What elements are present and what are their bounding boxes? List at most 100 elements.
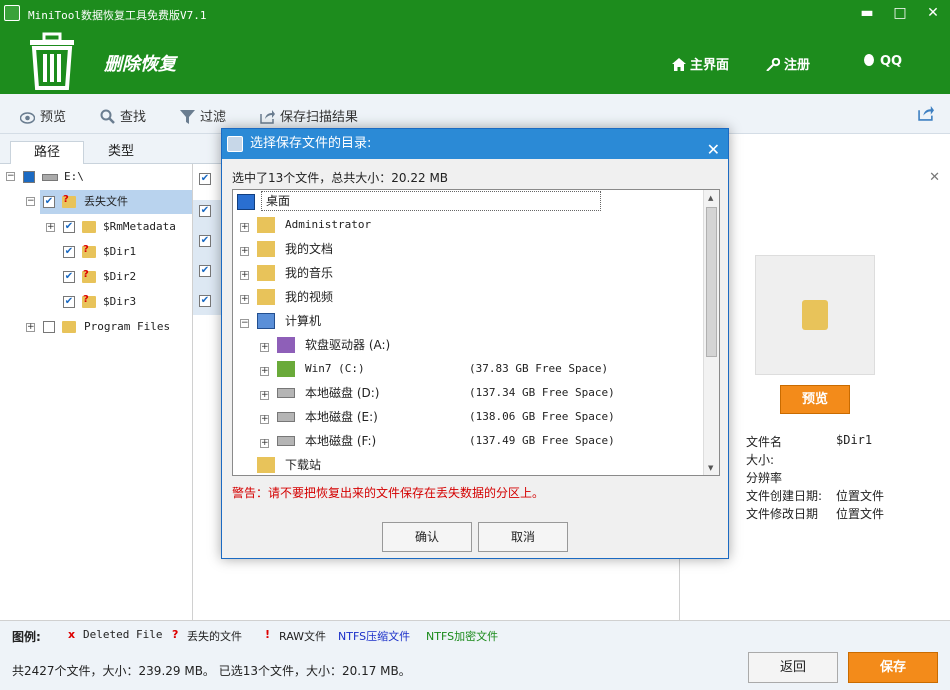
row-checkbox[interactable]: ✔ [199,295,211,307]
legend-ntfs-compressed: NTFS压缩文件 [338,630,411,643]
drive-e[interactable]: 本地磁盘 (E:) [305,406,378,428]
app-header: MiniTool数据恢复工具免费版V7.1 ▬ □ ✕ 删除恢复 主界面 注册 … [0,0,950,94]
dir-video[interactable]: 我的视频 [285,286,333,308]
tab-path[interactable]: 路径 [10,141,84,165]
close-button[interactable]: ✕ [922,4,944,22]
cancel-button[interactable]: 取消 [478,522,568,552]
tree-item-dir1[interactable]: $Dir1 [103,242,136,262]
drive-icon [42,174,58,181]
tree-item-dir3[interactable]: $Dir3 [103,292,136,312]
windows-drive-icon [277,361,295,377]
legend-ntfs-encrypted: NTFS加密文件 [426,630,499,643]
drive-c-free: (37.83 GB Free Space) [469,362,609,375]
expand-icon[interactable]: + [240,295,249,304]
save-scan-button[interactable]: 保存扫描结果 [260,106,358,125]
tab-type[interactable]: 类型 [84,141,158,165]
expand-icon[interactable]: + [260,415,269,424]
dir-scrollbar[interactable]: ▲ ▼ [703,190,719,475]
tree-item-dir2[interactable]: $Dir2 [103,267,136,287]
share-icon[interactable] [918,106,934,121]
drive-a[interactable]: 软盘驱动器 (A:) [305,334,390,356]
user-folder-icon [257,217,275,233]
row-checkbox[interactable]: ✔ [199,265,211,277]
expand-icon[interactable]: + [240,223,249,232]
item-checkbox[interactable]: ✔ [63,271,75,283]
row-checkbox[interactable]: ✔ [199,235,211,247]
drive-d[interactable]: 本地磁盘 (D:) [305,382,379,404]
preview-tool-button[interactable]: 预览 [19,106,66,125]
expand-icon[interactable]: + [240,271,249,280]
program-files-checkbox[interactable] [43,321,55,333]
dir-music[interactable]: 我的音乐 [285,262,333,284]
tree-item-program-files[interactable]: Program Files [84,317,170,337]
item-checkbox[interactable]: ✔ [63,246,75,258]
expand-icon[interactable]: + [46,223,55,232]
key-icon [766,57,781,72]
filter-tool-label: 过滤 [200,110,227,125]
prop-label: 文件名 [746,435,783,449]
find-tool-label: 查找 [120,110,147,125]
eye-icon [19,112,36,124]
scroll-thumb[interactable] [706,207,717,357]
root-checkbox[interactable] [23,171,35,183]
music-folder-icon [257,265,275,281]
dir-desktop[interactable]: 桌面 [261,191,601,211]
folder-tree: − E:\ − ✔ ? 丢失文件 + ✔ $RmMetadata ✔ ? $Di… [0,164,193,620]
item-checkbox[interactable]: ✔ [63,296,75,308]
scroll-down-icon[interactable]: ▼ [708,464,713,472]
prop-label: 分辨率 [746,471,783,485]
header-checkbox[interactable]: ✔ [199,173,211,185]
legend-title: 图例: [12,630,41,644]
preview-button[interactable]: 预览 [780,385,850,414]
save-directory-dialog: 选择保存文件的目录: ✕ 选中了13个文件，总共大小：20.22 MB 桌面 +… [221,128,729,559]
home-link[interactable]: 主界面 [672,54,729,73]
prop-value: 位置文件 [836,507,885,521]
find-tool-button[interactable]: 查找 [100,106,146,125]
app-logo-icon [4,5,20,21]
video-folder-icon [257,289,275,305]
collapse-icon[interactable]: − [6,172,15,181]
collapse-icon[interactable]: − [240,319,249,328]
dir-documents[interactable]: 我的文档 [285,238,333,260]
home-label: 主界面 [690,58,730,73]
expand-icon[interactable]: + [260,391,269,400]
expand-icon[interactable]: + [260,343,269,352]
save-button[interactable]: 保存 [848,652,938,683]
lost-mark-icon: ? [172,628,179,641]
collapse-icon[interactable]: − [26,197,35,206]
register-link[interactable]: 注册 [766,54,810,73]
folder-icon [82,221,96,233]
expand-icon[interactable]: + [240,247,249,256]
maximize-button[interactable]: □ [889,4,911,22]
minimize-button[interactable]: ▬ [856,4,878,22]
close-preview-icon[interactable]: ✕ [929,170,940,185]
expand-icon[interactable]: + [26,323,35,332]
tree-item-rmmetadata[interactable]: $RmMetadata [103,217,176,237]
home-icon [672,58,686,71]
legend-raw: RAW文件 [279,630,326,643]
dir-downloads[interactable]: 下载站 [285,454,321,475]
dir-administrator[interactable]: Administrator [285,214,371,236]
row-checkbox[interactable]: ✔ [199,205,211,217]
tree-lost-files[interactable]: 丢失文件 [84,192,128,212]
back-button[interactable]: 返回 [748,652,838,683]
dialog-app-icon [227,136,243,152]
dialog-close-icon[interactable]: ✕ [707,135,720,165]
expand-icon[interactable]: + [260,439,269,448]
dir-computer[interactable]: 计算机 [285,310,321,332]
scroll-up-icon[interactable]: ▲ [708,194,713,202]
drive-f-free: (137.49 GB Free Space) [469,434,615,447]
lost-files-checkbox[interactable]: ✔ [43,196,55,208]
filter-tool-button[interactable]: 过滤 [180,106,226,125]
folder-icon [62,321,76,333]
filter-icon [180,110,195,124]
drive-f[interactable]: 本地磁盘 (F:) [305,430,376,452]
qq-link[interactable]: QQ [862,54,902,69]
lost-mark-icon: ? [83,269,89,280]
item-checkbox[interactable]: ✔ [63,221,75,233]
confirm-button[interactable]: 确认 [382,522,472,552]
expand-icon[interactable]: + [260,367,269,376]
tree-root-label[interactable]: E:\ [64,167,84,187]
drive-c[interactable]: Win7 (C:) [305,358,365,380]
qq-icon [864,54,874,66]
